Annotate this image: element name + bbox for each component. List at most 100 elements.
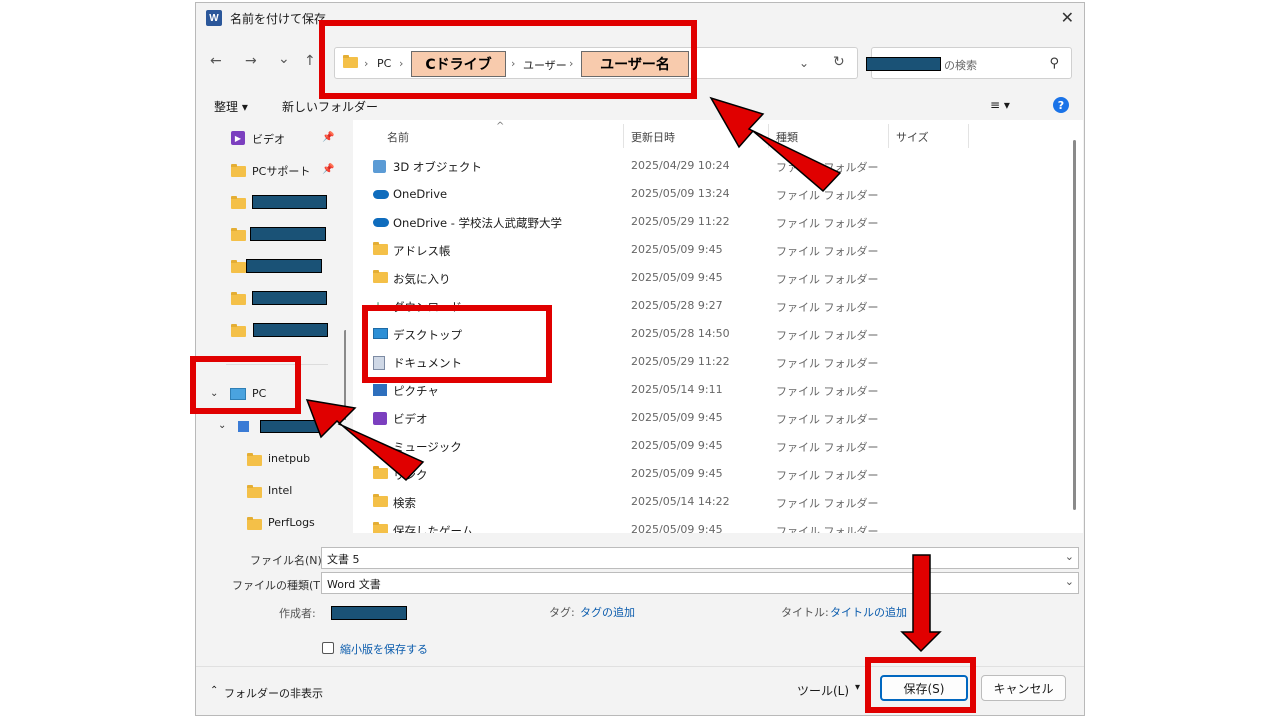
add-title-link[interactable]: タイトルの追加: [830, 604, 907, 620]
file-type: ファイル フォルダー: [776, 161, 879, 174]
file-row[interactable]: OneDrive - 学校法人武蔵野大学 2025/05/29 11:22 ファイル…: [353, 208, 1053, 236]
word-app-icon: W: [206, 10, 222, 26]
windows-drive-icon: [238, 421, 249, 432]
sidebar-item-folder[interactable]: [196, 222, 346, 246]
search-placeholder: の検索: [944, 59, 977, 72]
chevron-down-icon[interactable]: ⌄: [1065, 550, 1074, 563]
file-type: ファイル フォルダー: [776, 469, 879, 482]
column-header-type[interactable]: 種類: [776, 129, 798, 145]
close-icon[interactable]: ✕: [1061, 8, 1074, 27]
sidebar-item-video[interactable]: ▶ ビデオ 📌: [196, 126, 346, 150]
file-row[interactable]: 検索 2025/05/14 14:22 ファイル フォルダー: [353, 488, 1053, 516]
chevron-down-icon[interactable]: ⌄: [799, 56, 809, 70]
filename-input[interactable]: 文書 5 ⌄: [321, 547, 1079, 569]
file-name: 3D オブジェクト: [393, 160, 482, 174]
highlight-desktop-documents: [362, 305, 552, 383]
highlight-pc: [190, 356, 301, 414]
redacted-author: [331, 606, 407, 620]
column-header-size[interactable]: サイズ: [896, 129, 929, 145]
sidebar-item-folder[interactable]: [196, 286, 346, 310]
cancel-button[interactable]: キャンセル: [981, 675, 1066, 701]
dialog-title: 名前を付けて保存: [230, 11, 327, 26]
file-date: 2025/05/09 9:45: [631, 467, 723, 480]
file-list-scrollbar[interactable]: [1073, 140, 1076, 510]
file-type: ファイル フォルダー: [776, 301, 879, 314]
author-label: 作成者:: [279, 607, 316, 620]
sidebar-item-intel[interactable]: Intel: [196, 479, 346, 503]
chevron-up-icon[interactable]: ⌃: [210, 685, 218, 696]
file-row[interactable]: アドレス帳 2025/05/09 9:45 ファイル フォルダー: [353, 236, 1053, 264]
folder-icon: [247, 453, 262, 469]
navigation-pane: ▶ ビデオ 📌 PCサポート 📌 ⌄ PC ⌄ inetpub Intel Pe…: [196, 120, 346, 533]
file-type: ファイル フォルダー: [776, 497, 879, 510]
file-row[interactable]: ♪ ミュージック 2025/05/09 9:45 ファイル フォルダー: [353, 432, 1053, 460]
file-date: 2025/05/14 14:22: [631, 495, 730, 508]
sidebar-item-pc-support[interactable]: PCサポート 📌: [196, 158, 346, 182]
new-folder-button[interactable]: 新しいフォルダー: [282, 98, 378, 115]
file-name: ミュージック: [393, 440, 462, 454]
refresh-icon[interactable]: ↻: [833, 54, 845, 70]
file-name: OneDrive: [393, 187, 448, 201]
file-row[interactable]: リンク 2025/05/09 9:45 ファイル フォルダー: [353, 460, 1053, 488]
hide-folders-button[interactable]: フォルダーの非表示: [224, 685, 323, 701]
sidebar-item-drive[interactable]: ⌄: [196, 414, 346, 438]
cloud-icon: [373, 216, 389, 230]
sidebar-scrollbar[interactable]: [344, 330, 346, 420]
cloud-icon: [373, 188, 389, 202]
filetype-select[interactable]: Word 文書 ⌄: [321, 572, 1079, 594]
sidebar-item-perflogs[interactable]: PerfLogs: [196, 511, 346, 533]
sidebar-item-folder[interactable]: [196, 190, 346, 214]
sidebar-item-folder[interactable]: [196, 254, 346, 278]
save-thumbnail-checkbox[interactable]: [322, 642, 334, 654]
folder-icon: [231, 292, 246, 308]
file-name: OneDrive - 学校法人武蔵野大学: [393, 216, 563, 230]
file-name: ピクチャ: [393, 384, 439, 398]
music-icon: ♪: [373, 440, 381, 454]
sidebar-item-folder[interactable]: [196, 318, 346, 342]
help-icon[interactable]: ?: [1053, 97, 1069, 113]
file-row[interactable]: お気に入り 2025/05/09 9:45 ファイル フォルダー: [353, 264, 1053, 292]
chevron-down-icon[interactable]: ⌄: [1065, 575, 1074, 588]
search-icon[interactable]: ⚲: [1049, 56, 1059, 71]
forward-arrow-icon[interactable]: →: [245, 53, 257, 69]
file-date: 2025/05/14 9:11: [631, 383, 723, 396]
add-tags-link[interactable]: タグの追加: [580, 604, 635, 620]
redacted-folder-name: [253, 323, 328, 337]
chevron-down-icon[interactable]: ⌄: [218, 420, 226, 431]
redacted-folder-name: [250, 227, 326, 241]
sort-up-icon: ^: [496, 121, 505, 132]
filetype-label: ファイルの種類(T):: [232, 579, 329, 592]
back-arrow-icon[interactable]: ←: [210, 53, 222, 69]
video-icon: ▶: [231, 131, 245, 145]
file-date: 2025/05/09 9:45: [631, 439, 723, 452]
view-options-button[interactable]: ≡ ▾: [990, 98, 1010, 112]
tools-button[interactable]: ツール(L): [797, 682, 849, 699]
dropdown-arrow-icon[interactable]: ▾: [855, 682, 860, 693]
file-type: ファイル フォルダー: [776, 525, 879, 533]
file-row[interactable]: 3D オブジェクト 2025/04/29 10:24 ファイル フォルダー: [353, 152, 1053, 180]
file-type: ファイル フォルダー: [776, 217, 879, 230]
filename-label: ファイル名(N):: [250, 554, 326, 567]
file-name: リンク: [393, 468, 428, 482]
file-name: 検索: [393, 496, 416, 510]
file-name: お気に入り: [393, 272, 451, 286]
file-type: ファイル フォルダー: [776, 273, 879, 286]
pin-icon: 📌: [322, 132, 335, 143]
tags-label: タグ:: [549, 606, 575, 619]
highlight-save-button: [865, 657, 976, 713]
column-header-name[interactable]: 名前: [387, 129, 409, 145]
organize-button[interactable]: 整理 ▾: [214, 98, 248, 115]
file-date: 2025/05/09 9:45: [631, 243, 723, 256]
file-row[interactable]: 保存したゲーム 2025/05/09 9:45 ファイル フォルダー: [353, 516, 1053, 533]
file-row[interactable]: OneDrive 2025/05/09 13:24 ファイル フォルダー: [353, 180, 1053, 208]
file-row[interactable]: ビデオ 2025/05/09 9:45 ファイル フォルダー: [353, 404, 1053, 432]
save-thumbnail-label[interactable]: 縮小版を保存する: [340, 641, 428, 657]
redacted-folder-name: [246, 259, 322, 273]
column-header-date[interactable]: 更新日時: [631, 129, 675, 145]
file-type: ファイル フォルダー: [776, 357, 879, 370]
file-type: ファイル フォルダー: [776, 245, 879, 258]
search-box[interactable]: の検索 ⚲: [866, 47, 1072, 79]
up-arrow-icon[interactable]: ↑: [304, 53, 316, 69]
sidebar-item-inetpub[interactable]: inetpub: [196, 447, 346, 471]
recent-locations-icon[interactable]: ⌄: [278, 51, 290, 67]
